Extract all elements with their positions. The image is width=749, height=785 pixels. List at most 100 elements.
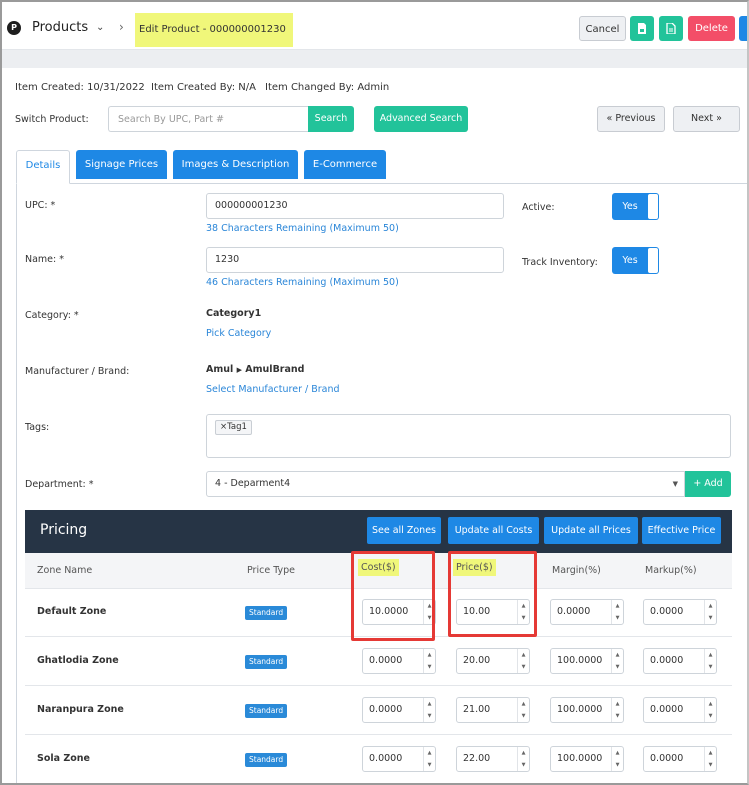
active-toggle[interactable]: Yes [612, 193, 659, 220]
price-spinner[interactable]: ▲ ▼ [517, 649, 529, 673]
add-department-button[interactable]: + Add [685, 471, 731, 497]
item-created: Item Created: 10/31/2022 [15, 82, 145, 93]
tag-chip[interactable]: ×Tag1 [215, 420, 252, 435]
caret-down-icon: ▼ [672, 480, 678, 488]
upc-input[interactable]: 000000001230 [206, 193, 504, 219]
tab-signage-prices[interactable]: Signage Prices [76, 150, 167, 179]
effective-price-button[interactable]: Effective Price [642, 517, 721, 544]
previous-button[interactable]: « Previous [597, 106, 665, 132]
markup-value: 0.0000 [650, 753, 684, 764]
track-toggle-text: Yes [622, 255, 638, 266]
cost-spinner[interactable]: ▲ ▼ [423, 747, 435, 771]
top-bar: P Products ⌄ › Edit Product - 0000000012… [2, 2, 747, 50]
margin-value: 100.0000 [557, 655, 603, 666]
cost-value: 0.0000 [369, 704, 403, 715]
markup-spinner[interactable]: ▲ ▼ [704, 600, 716, 624]
pick-category-link[interactable]: Pick Category [206, 328, 271, 339]
delete-button[interactable]: Delete [688, 16, 735, 41]
margin-spinner[interactable]: ▲ ▼ [611, 698, 623, 722]
markup-value: 0.0000 [650, 655, 684, 666]
switch-product-label: Switch Product: [15, 114, 89, 125]
switch-product-input[interactable] [108, 106, 308, 132]
price-type-badge: Standard [245, 655, 288, 669]
upc-hint: 38 Characters Remaining (Maximum 50) [206, 223, 399, 234]
cost-spinner[interactable]: ▲ ▼ [423, 649, 435, 673]
price-input[interactable]: 22.00 ▲ ▼ [456, 746, 530, 772]
markup-input[interactable]: 0.0000 ▲ ▼ [643, 746, 717, 772]
department-select[interactable]: 4 - Deparment4 ▼ [206, 471, 685, 497]
app-logo-icon: P [7, 21, 21, 35]
cancel-button[interactable]: Cancel [579, 16, 626, 41]
name-input[interactable]: 1230 [206, 247, 504, 273]
price-input[interactable]: 21.00 ▲ ▼ [456, 697, 530, 723]
track-inventory-toggle[interactable]: Yes [612, 247, 659, 274]
upc-label: UPC: * [25, 200, 56, 211]
tab-images-description[interactable]: Images & Description [173, 150, 298, 179]
table-row: Naranpura Zone Standard 0.0000 ▲ ▼ 21.00 ▲ ▼… [25, 687, 732, 735]
margin-input[interactable]: 0.0000 ▲ ▼ [550, 599, 624, 625]
cost-highlight-box [351, 551, 435, 641]
margin-input[interactable]: 100.0000 ▲ ▼ [550, 648, 624, 674]
price-input[interactable]: 20.00 ▲ ▼ [456, 648, 530, 674]
markup-spinner[interactable]: ▲ ▼ [704, 698, 716, 722]
tab-ecommerce[interactable]: E-Commerce [304, 150, 386, 179]
markup-input[interactable]: 0.0000 ▲ ▼ [643, 697, 717, 723]
chevron-right-icon: › [119, 20, 124, 34]
cost-spinner[interactable]: ▲ ▼ [423, 698, 435, 722]
margin-spinner[interactable]: ▲ ▼ [611, 649, 623, 673]
price-value: 20.00 [463, 655, 491, 666]
manufacturer-name: Amul [206, 364, 234, 375]
cost-value: 0.0000 [369, 753, 403, 764]
markup-spinner[interactable]: ▲ ▼ [704, 747, 716, 771]
price-spinner[interactable]: ▲ ▼ [517, 698, 529, 722]
manufacturer-label: Manufacturer / Brand: [25, 366, 130, 377]
select-manufacturer-link[interactable]: Select Manufacturer / Brand [206, 384, 340, 395]
price-value: 21.00 [463, 704, 491, 715]
active-toggle-text: Yes [622, 201, 638, 212]
track-inventory-label: Track Inventory: [522, 257, 598, 268]
pricing-header: Pricing See all Zones Update all Costs U… [25, 510, 732, 553]
cost-input[interactable]: 0.0000 ▲ ▼ [362, 648, 436, 674]
markup-input[interactable]: 0.0000 ▲ ▼ [643, 648, 717, 674]
update-all-costs-button[interactable]: Update all Costs [448, 517, 539, 544]
margin-spinner[interactable]: ▲ ▼ [611, 747, 623, 771]
toggle-knob [648, 248, 658, 273]
save-document-button[interactable] [659, 16, 683, 41]
breadcrumb: Edit Product - 000000001230 [135, 13, 293, 47]
more-button[interactable] [739, 16, 747, 41]
toggle-knob [648, 194, 658, 219]
brand-name: AmulBrand [245, 364, 305, 375]
cost-input[interactable]: 0.0000 ▲ ▼ [362, 697, 436, 723]
update-all-prices-button[interactable]: Update all Prices [544, 517, 638, 544]
markup-input[interactable]: 0.0000 ▲ ▼ [643, 599, 717, 625]
active-label: Active: [522, 202, 555, 213]
item-created-by: Item Created By: N/A [151, 82, 256, 93]
name-label: Name: * [25, 254, 64, 265]
margin-value: 0.0000 [557, 606, 591, 617]
cost-input[interactable]: 0.0000 ▲ ▼ [362, 746, 436, 772]
search-button[interactable]: Search [308, 106, 354, 132]
margin-input[interactable]: 100.0000 ▲ ▼ [550, 746, 624, 772]
table-row: Sola Zone Standard 0.0000 ▲ ▼ 22.00 ▲ ▼ 100.… [25, 736, 732, 783]
price-spinner[interactable]: ▲ ▼ [517, 747, 529, 771]
page-title: Products [32, 20, 89, 35]
caret-right-icon: ▶ [236, 366, 242, 374]
margin-spinner[interactable]: ▲ ▼ [611, 600, 623, 624]
margin-input[interactable]: 100.0000 ▲ ▼ [550, 697, 624, 723]
tags-input[interactable]: ×Tag1 [206, 414, 731, 458]
manufacturer-value: Amul ▶ AmulBrand [206, 364, 304, 375]
sub-bar [2, 50, 747, 68]
category-label: Category: * [25, 310, 79, 321]
markup-spinner[interactable]: ▲ ▼ [704, 649, 716, 673]
see-all-zones-button[interactable]: See all Zones [367, 517, 441, 544]
tab-details[interactable]: Details [16, 150, 70, 184]
next-button[interactable]: Next » [673, 106, 740, 132]
price-type-badge: Standard [245, 606, 288, 620]
save-button[interactable] [630, 16, 654, 41]
chevron-down-icon[interactable]: ⌄ [96, 22, 104, 33]
tags-label: Tags: [25, 422, 50, 433]
save-icon [638, 23, 646, 34]
category-value: Category1 [206, 308, 262, 319]
advanced-search-button[interactable]: Advanced Search [374, 106, 468, 132]
cost-value: 0.0000 [369, 655, 403, 666]
